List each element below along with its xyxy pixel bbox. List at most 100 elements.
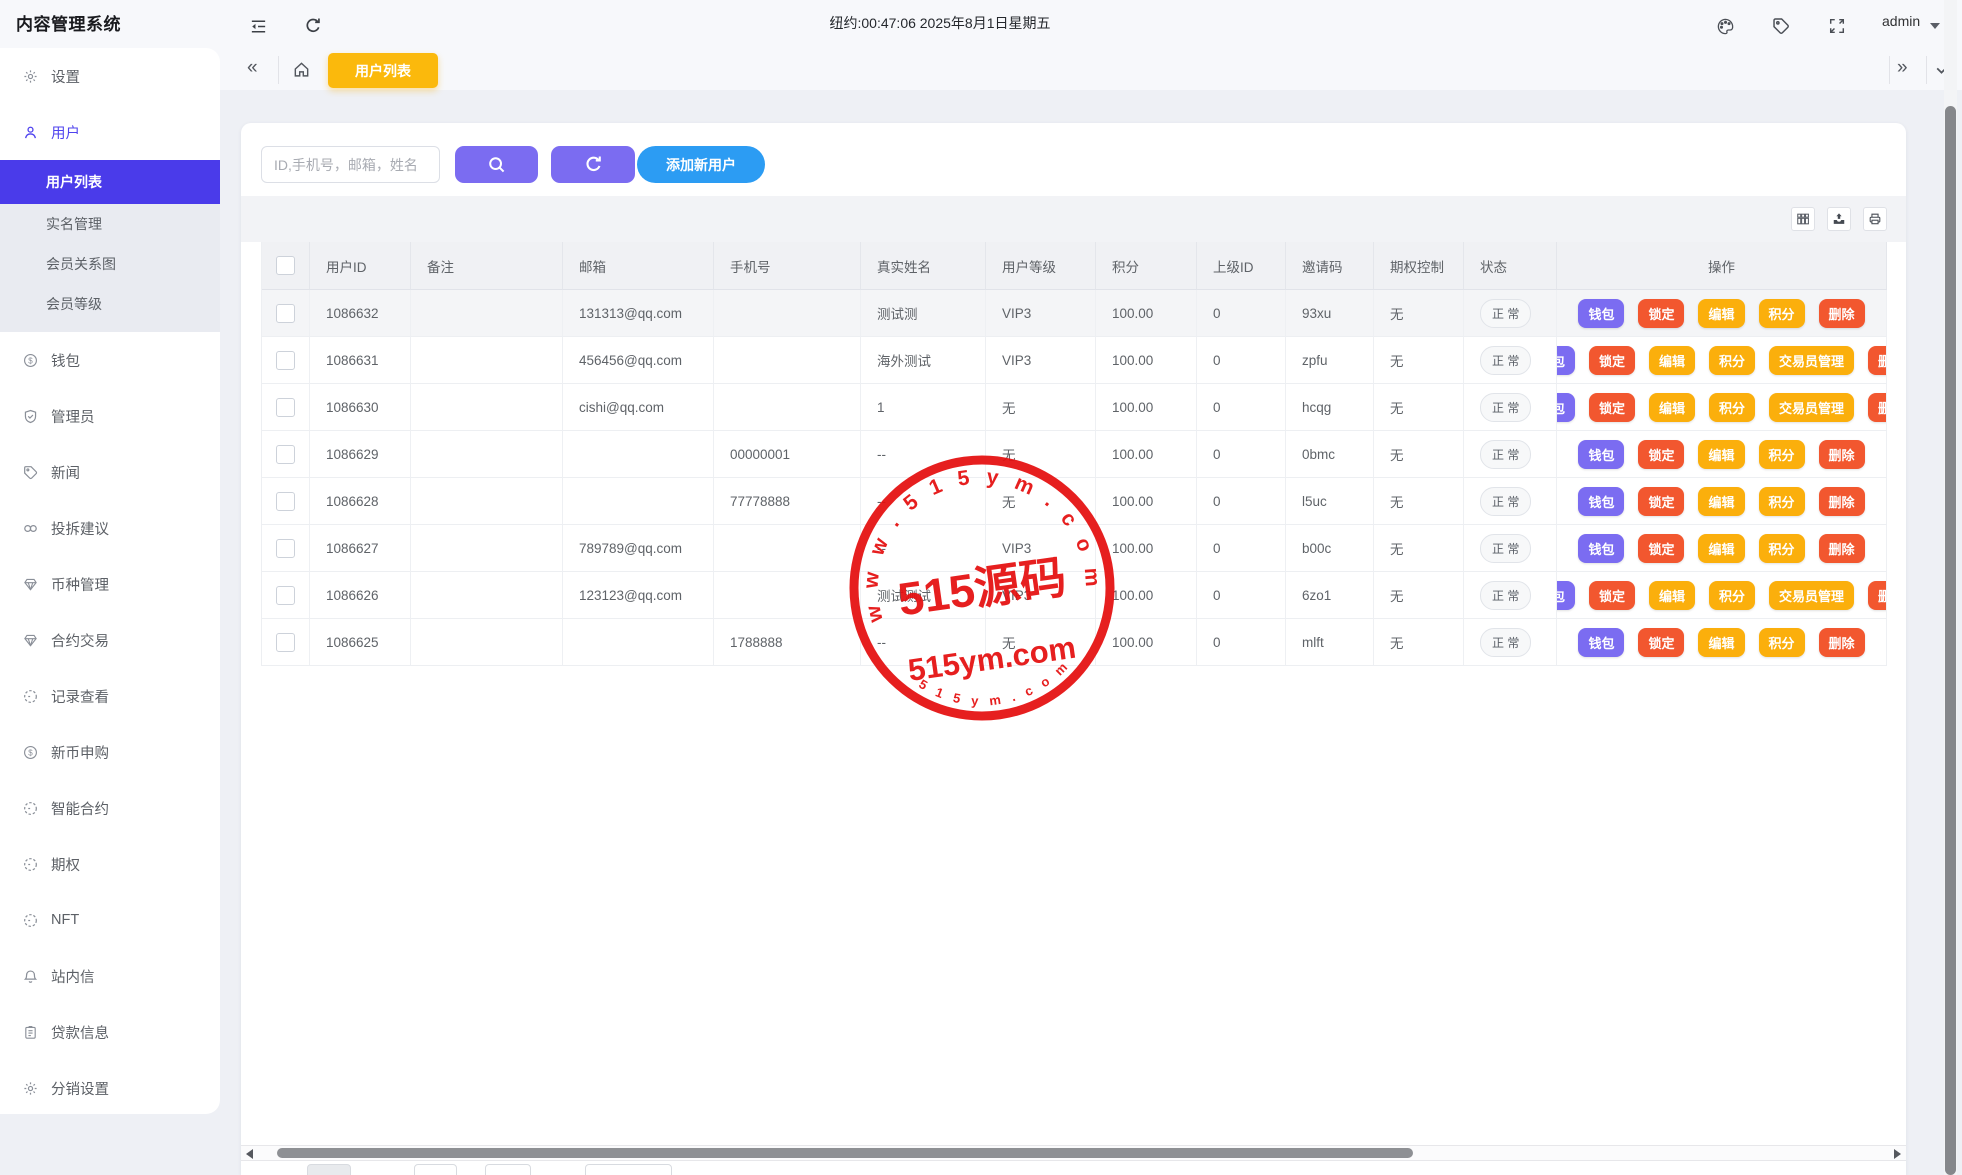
action-red-button[interactable]: 锁定 xyxy=(1589,393,1635,422)
sidebar-subitem[interactable]: 会员等级 xyxy=(0,284,220,324)
scroll-left-arrow-icon[interactable] xyxy=(246,1149,253,1159)
tag-icon[interactable] xyxy=(1772,17,1790,35)
checkbox[interactable] xyxy=(276,539,295,558)
action-buttons: 钱包锁定编辑积分交易员管理删除 xyxy=(1557,393,1886,422)
admin-user-menu[interactable]: admin xyxy=(1882,13,1920,29)
action-red-button[interactable]: 锁定 xyxy=(1638,487,1684,516)
action-purple-button[interactable]: 钱包 xyxy=(1557,346,1575,375)
sidebar-item-diamond[interactable]: 币种管理 xyxy=(0,556,220,612)
action-amber-button[interactable]: 积分 xyxy=(1709,346,1755,375)
action-red-button[interactable]: 锁定 xyxy=(1638,534,1684,563)
action-amber-button[interactable]: 积分 xyxy=(1759,628,1805,657)
horizontal-scrollbar-thumb[interactable] xyxy=(277,1148,1413,1158)
column-settings-icon[interactable] xyxy=(1791,207,1815,231)
sidebar-item-link[interactable]: 投拆建议 xyxy=(0,500,220,556)
vertical-scrollbar-thumb[interactable] xyxy=(1945,106,1956,1175)
action-red-button[interactable]: 锁定 xyxy=(1589,346,1635,375)
action-amber-button[interactable]: 编辑 xyxy=(1649,581,1695,610)
action-amber-button[interactable]: 交易员管理 xyxy=(1769,581,1854,610)
sidebar-subitem[interactable]: 用户列表 xyxy=(0,160,220,204)
checkbox[interactable] xyxy=(276,304,295,323)
add-user-button[interactable]: 添加新用户 xyxy=(637,146,765,183)
action-amber-button[interactable]: 编辑 xyxy=(1698,534,1744,563)
sidebar-item-shield[interactable]: 管理员 xyxy=(0,388,220,444)
tabs-scroll-right-icon[interactable]: » xyxy=(1897,58,1908,77)
action-amber-button[interactable]: 编辑 xyxy=(1698,487,1744,516)
action-red-button[interactable]: 删除 xyxy=(1868,581,1887,610)
action-purple-button[interactable]: 钱包 xyxy=(1578,487,1624,516)
action-purple-button[interactable]: 钱包 xyxy=(1578,440,1624,469)
home-tab-icon[interactable] xyxy=(292,60,311,79)
search-button[interactable] xyxy=(455,146,538,183)
action-amber-button[interactable]: 交易员管理 xyxy=(1769,393,1854,422)
sidebar-item-clipboard[interactable]: 贷款信息 xyxy=(0,1004,220,1060)
action-red-button[interactable]: 删除 xyxy=(1868,393,1887,422)
action-amber-button[interactable]: 积分 xyxy=(1759,299,1805,328)
action-purple-button[interactable]: 钱包 xyxy=(1578,299,1624,328)
sidebar-item-gear[interactable]: 分销设置 xyxy=(0,1060,220,1114)
action-amber-button[interactable]: 编辑 xyxy=(1649,346,1695,375)
action-amber-button[interactable]: 交易员管理 xyxy=(1769,346,1854,375)
checkbox[interactable] xyxy=(276,398,295,417)
action-amber-button[interactable]: 编辑 xyxy=(1649,393,1695,422)
action-amber-button[interactable]: 积分 xyxy=(1709,581,1755,610)
sidebar-item-dollar[interactable]: $新币申购 xyxy=(0,724,220,780)
checkbox[interactable] xyxy=(276,351,295,370)
action-red-button[interactable]: 删除 xyxy=(1819,534,1865,563)
checkbox[interactable] xyxy=(276,445,295,464)
tab-user-list[interactable]: 用户列表 xyxy=(328,53,438,88)
action-amber-button[interactable]: 积分 xyxy=(1759,534,1805,563)
action-amber-button[interactable]: 编辑 xyxy=(1698,440,1744,469)
action-red-button[interactable]: 删除 xyxy=(1819,440,1865,469)
action-amber-button[interactable]: 积分 xyxy=(1759,487,1805,516)
sidebar-item-tag[interactable]: 新闻 xyxy=(0,444,220,500)
checkbox[interactable] xyxy=(276,586,295,605)
action-red-button[interactable]: 锁定 xyxy=(1589,581,1635,610)
pagination-page-size-select[interactable] xyxy=(585,1164,672,1175)
sidebar-item-circle[interactable]: 期权 xyxy=(0,836,220,892)
action-red-button[interactable]: 删除 xyxy=(1819,487,1865,516)
cell-text: -- xyxy=(877,494,886,509)
horizontal-scrollbar[interactable] xyxy=(241,1145,1906,1161)
sidebar-item-gear[interactable]: 设置 xyxy=(0,48,220,104)
sidebar-item-circle[interactable]: 智能合约 xyxy=(0,780,220,836)
action-purple-button[interactable]: 钱包 xyxy=(1557,581,1575,610)
print-icon[interactable] xyxy=(1863,207,1887,231)
action-red-button[interactable]: 删除 xyxy=(1819,299,1865,328)
refresh-list-button[interactable] xyxy=(551,146,635,183)
pagination-button[interactable] xyxy=(414,1164,457,1175)
checkbox[interactable] xyxy=(276,256,295,275)
checkbox[interactable] xyxy=(276,633,295,652)
theme-palette-icon[interactable] xyxy=(1716,17,1735,36)
action-amber-button[interactable]: 积分 xyxy=(1709,393,1755,422)
tabs-scroll-left-icon[interactable]: « xyxy=(247,58,258,77)
scroll-right-arrow-icon[interactable] xyxy=(1894,1149,1901,1159)
action-amber-button[interactable]: 编辑 xyxy=(1698,299,1744,328)
search-input[interactable] xyxy=(261,146,440,183)
action-red-button[interactable]: 锁定 xyxy=(1638,440,1684,469)
sidebar-item-bell[interactable]: 站内信 xyxy=(0,948,220,1004)
action-red-button[interactable]: 锁定 xyxy=(1638,628,1684,657)
refresh-page-icon[interactable] xyxy=(304,17,322,35)
sidebar-subitem[interactable]: 实名管理 xyxy=(0,204,220,244)
checkbox[interactable] xyxy=(276,492,295,511)
pagination-button[interactable] xyxy=(485,1164,531,1175)
sidebar-item-circle[interactable]: 记录查看 xyxy=(0,668,220,724)
action-amber-button[interactable]: 编辑 xyxy=(1698,628,1744,657)
action-red-button[interactable]: 删除 xyxy=(1819,628,1865,657)
sidebar-item-diamond[interactable]: 合约交易 xyxy=(0,612,220,668)
sidebar-subitem[interactable]: 会员关系图 xyxy=(0,244,220,284)
export-icon[interactable] xyxy=(1827,207,1851,231)
pagination-button[interactable] xyxy=(307,1164,351,1175)
collapse-sidebar-icon[interactable] xyxy=(249,17,268,36)
action-amber-button[interactable]: 积分 xyxy=(1759,440,1805,469)
sidebar-item-user[interactable]: 用户 xyxy=(0,104,220,160)
action-purple-button[interactable]: 钱包 xyxy=(1557,393,1575,422)
action-red-button[interactable]: 锁定 xyxy=(1638,299,1684,328)
action-purple-button[interactable]: 钱包 xyxy=(1578,628,1624,657)
action-purple-button[interactable]: 钱包 xyxy=(1578,534,1624,563)
action-red-button[interactable]: 删除 xyxy=(1868,346,1887,375)
sidebar-item-circle[interactable]: NFT xyxy=(0,892,220,948)
sidebar-item-dollar[interactable]: $钱包 xyxy=(0,332,220,388)
fullscreen-icon[interactable] xyxy=(1828,17,1846,35)
